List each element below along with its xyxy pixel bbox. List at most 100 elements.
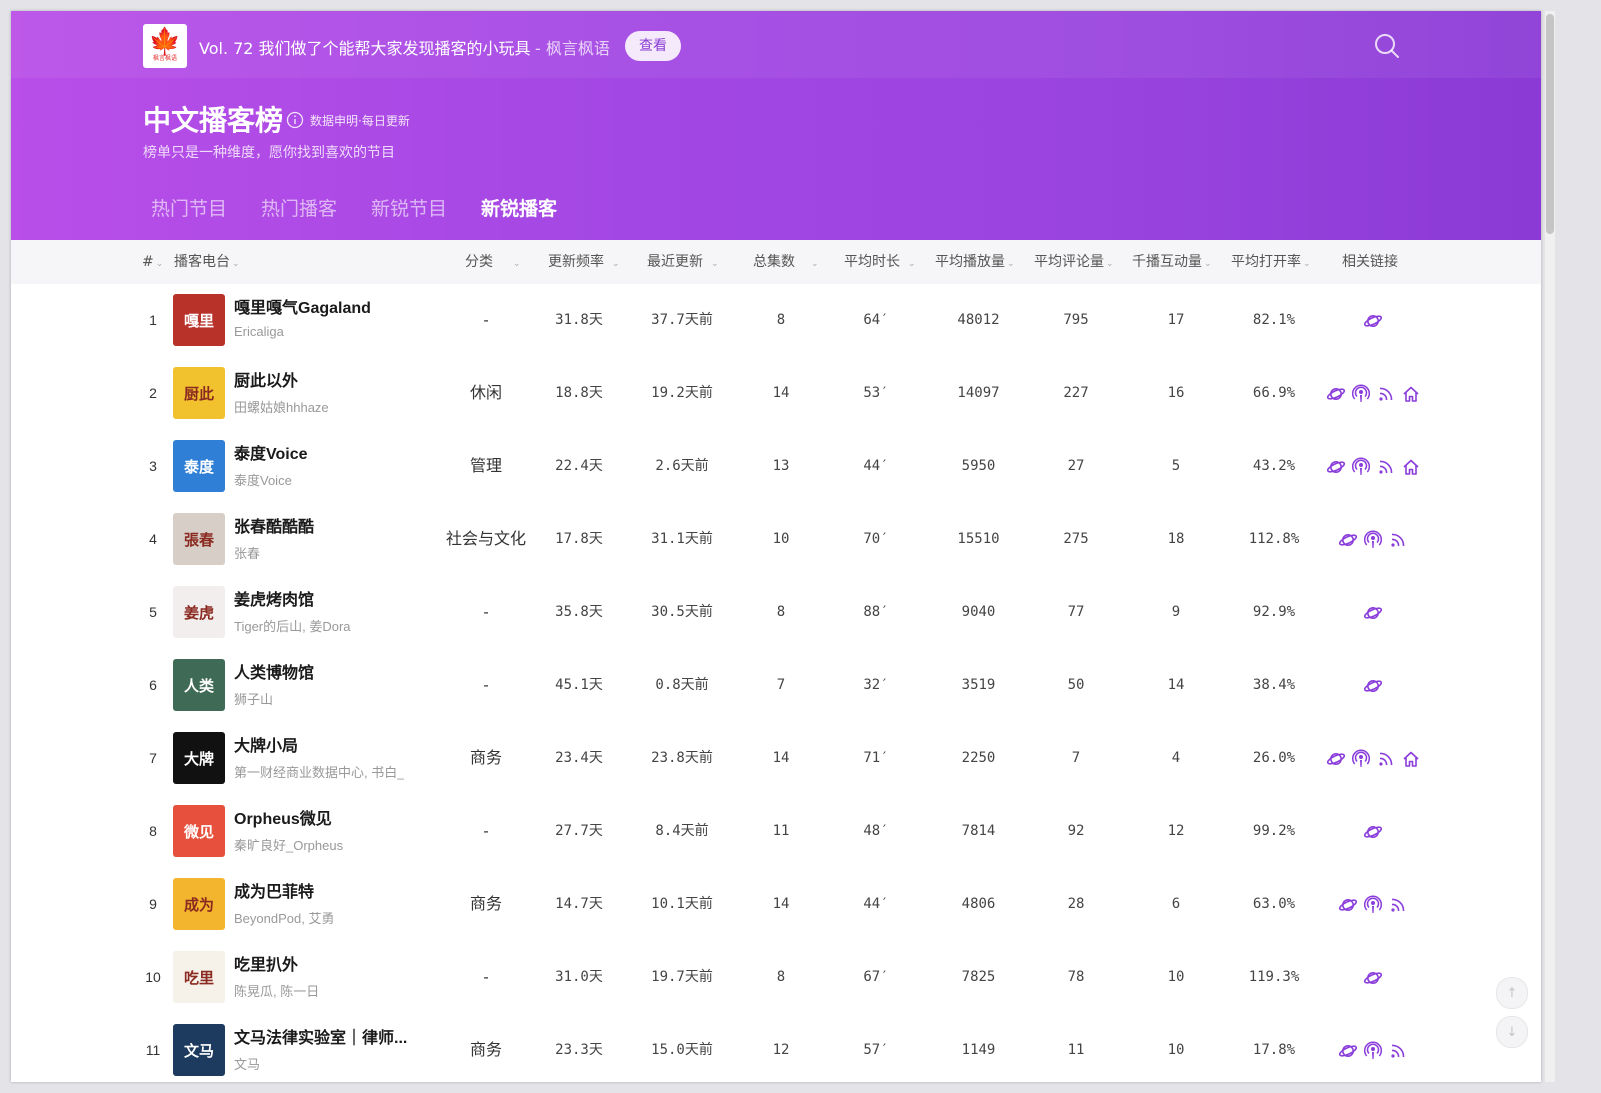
rss-icon[interactable] [1388, 1041, 1408, 1061]
podcast-icon[interactable] [1351, 457, 1371, 477]
col-name[interactable]: 播客电台 ⌄ [174, 240, 240, 286]
col-interaction[interactable]: 千播互动量 ⌄ [1132, 240, 1212, 286]
podcast-icon[interactable] [1363, 530, 1383, 550]
planet-icon[interactable] [1338, 530, 1358, 550]
category-cell: 商务 [469, 896, 502, 913]
podcast-cover[interactable]: 張春 [173, 513, 225, 565]
avg-comments-cell: 27 [1067, 458, 1085, 474]
tab-new-podcasts[interactable]: 新锐播客 [481, 194, 557, 235]
col-episodes[interactable]: 总集数 ⌄ [753, 240, 819, 286]
podcast-cover[interactable]: 文马 [173, 1024, 225, 1076]
episodes-cell: 11 [772, 823, 790, 839]
podcast-name[interactable]: 文马法律实验室｜律师... [234, 1024, 407, 1048]
home-icon[interactable] [1401, 384, 1421, 404]
col-avg-plays[interactable]: 平均播放量 ⌄ [935, 240, 1015, 286]
podcast-cover[interactable]: 成为 [173, 878, 225, 930]
podcast-icon[interactable] [1351, 384, 1371, 404]
avg-duration-cell: 67′ [863, 969, 889, 985]
col-category[interactable]: 分类 ⌄ [465, 240, 521, 286]
rss-icon[interactable] [1388, 895, 1408, 915]
data-statement-link[interactable]: 数据申明·每日更新 [310, 112, 410, 129]
podcast-icon[interactable] [1363, 895, 1383, 915]
site-logo[interactable]: 🍁 枫言枫语 [143, 24, 187, 68]
podcast-name[interactable]: 成为巴菲特 [234, 878, 314, 902]
scroll-bottom-button[interactable]: ↓ [1496, 1016, 1528, 1048]
planet-icon[interactable] [1338, 895, 1358, 915]
podcast-cover[interactable]: 泰度 [173, 440, 225, 492]
related-links [1313, 430, 1433, 503]
planet-icon[interactable] [1363, 676, 1383, 696]
episode-title[interactable]: Vol. 72 我们做了个能帮大家发现播客的小玩具 [199, 35, 531, 59]
podcast-name[interactable]: 姜虎烤肉馆 [234, 586, 314, 610]
avg-plays-cell: 14097 [957, 385, 1000, 401]
podcast-icon[interactable] [1351, 749, 1371, 769]
col-last-update[interactable]: 最近更新 ⌄ [647, 240, 719, 286]
frequency-cell: 35.8天 [555, 604, 603, 620]
related-links [1313, 722, 1433, 795]
category-cell: - [483, 312, 489, 329]
podcast-name[interactable]: 张春酷酷酷 [234, 513, 314, 537]
podcast-cover[interactable]: 嘎里 [173, 294, 225, 346]
planet-icon[interactable] [1363, 603, 1383, 623]
podcast-cover[interactable]: 吃里 [173, 951, 225, 1003]
related-links [1313, 649, 1433, 722]
col-rank[interactable]: # ⌄ [142, 240, 163, 286]
podcast-name[interactable]: 泰度Voice [234, 440, 308, 464]
rss-icon[interactable] [1376, 384, 1396, 404]
podcast-name[interactable]: 人类博物馆 [234, 659, 314, 683]
avg-comments-cell: 275 [1063, 531, 1089, 547]
scrollbar-thumb[interactable] [1546, 14, 1554, 234]
col-avg-comments[interactable]: 平均评论量 ⌄ [1034, 240, 1114, 286]
view-button[interactable]: 查看 [625, 31, 681, 61]
rank-number: 5 [149, 604, 157, 620]
interaction-cell: 16 [1167, 385, 1185, 401]
sort-caret-icon: ⌄ [811, 259, 819, 269]
rss-icon[interactable] [1376, 749, 1396, 769]
podcast-cover[interactable]: 微见 [173, 805, 225, 857]
planet-icon[interactable] [1338, 1041, 1358, 1061]
table-row: 1 嘎里 嘎里嘎气Gagaland Ericaliga - 31.8天 37.7天前 8 64′… [11, 284, 1541, 357]
podcast-name[interactable]: 嘎里嘎气Gagaland [234, 294, 371, 318]
planet-icon[interactable] [1363, 311, 1383, 331]
frequency-cell: 17.8天 [555, 531, 603, 547]
podcast-cover[interactable]: 厨此 [173, 367, 225, 419]
podcast-name[interactable]: 大牌小局 [234, 732, 298, 756]
col-frequency[interactable]: 更新频率 ⌄ [548, 240, 620, 286]
open-rate-cell: 38.4% [1252, 677, 1296, 693]
tab-new-episodes[interactable]: 新锐节目 [371, 194, 447, 235]
rss-icon[interactable] [1388, 530, 1408, 550]
podcast-cover[interactable]: 姜虎 [173, 586, 225, 638]
home-icon[interactable] [1401, 457, 1421, 477]
tab-hot-episodes[interactable]: 热门节目 [151, 194, 227, 235]
avg-duration-cell: 88′ [863, 604, 889, 620]
col-avg-duration[interactable]: 平均时长 ⌄ [844, 240, 916, 286]
col-rank-label: # [142, 254, 154, 270]
planet-icon[interactable] [1326, 457, 1346, 477]
table-row: 2 厨此 厨此以外 田螺姑娘hhhaze 休闲 18.8天 19.2天前 14 53′ 14097… [11, 357, 1541, 430]
table-row: 10 吃里 吃里扒外 陈晃瓜, 陈一日 - 31.0天 19.7天前 8 67′ 7825 78 10… [11, 941, 1541, 1014]
maple-leaf-icon: 🍁 [148, 27, 182, 57]
planet-icon[interactable] [1363, 822, 1383, 842]
rss-icon[interactable] [1376, 457, 1396, 477]
podcast-cover[interactable]: 人类 [173, 659, 225, 711]
tab-hot-podcasts[interactable]: 热门播客 [261, 194, 337, 235]
podcast-name[interactable]: 厨此以外 [234, 367, 298, 391]
planet-icon[interactable] [1363, 968, 1383, 988]
podcast-icon[interactable] [1363, 1041, 1383, 1061]
sort-caret-icon: ⌄ [513, 259, 521, 269]
avg-duration-cell: 44′ [863, 896, 889, 912]
planet-icon[interactable] [1326, 384, 1346, 404]
rank-number: 3 [149, 458, 157, 474]
podcast-name[interactable]: Orpheus微见 [234, 805, 332, 829]
scroll-top-button[interactable]: ↑ [1496, 977, 1528, 1009]
search-icon[interactable] [1374, 33, 1400, 59]
avg-duration-cell: 64′ [863, 312, 889, 328]
info-icon[interactable] [286, 111, 304, 129]
home-icon[interactable] [1401, 749, 1421, 769]
sort-caret-icon: ⌄ [1007, 259, 1015, 269]
planet-icon[interactable] [1326, 749, 1346, 769]
podcast-name[interactable]: 吃里扒外 [234, 951, 298, 975]
podcast-cover[interactable]: 大牌 [173, 732, 225, 784]
col-open-rate[interactable]: 平均打开率 ⌄ [1231, 240, 1311, 286]
open-rate-cell: 17.8% [1252, 1042, 1296, 1058]
